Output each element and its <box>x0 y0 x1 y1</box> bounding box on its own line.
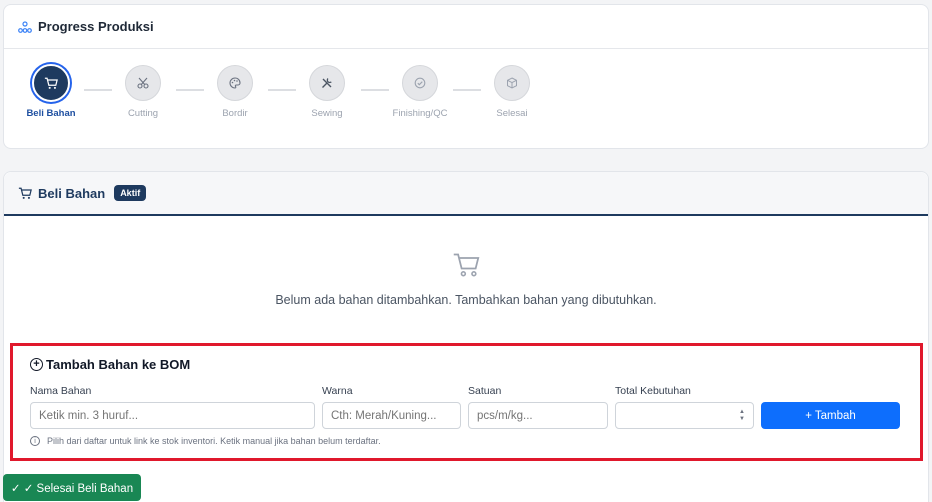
bom-hint-text: Pilih dari daftar untuk link ke stok inv… <box>47 436 381 446</box>
cart-icon <box>452 252 480 283</box>
warna-label: Warna <box>322 385 353 397</box>
selesai-beli-bahan-button[interactable]: ✓ ✓ Selesai Beli Bahan <box>3 474 141 501</box>
satuan-label: Satuan <box>468 385 502 397</box>
empty-message: Belum ada bahan ditambahkan. Tambahkan b… <box>275 293 657 307</box>
progress-card: Progress Produksi Beli Bahan Cutting Bor… <box>3 4 929 149</box>
satuan-input[interactable] <box>468 402 608 429</box>
cart-icon <box>17 185 33 201</box>
step-bordir[interactable]: Bordir <box>195 65 275 119</box>
step-label: Cutting <box>127 108 159 119</box>
cart-icon <box>32 64 70 102</box>
warna-input[interactable] <box>322 402 461 429</box>
bom-form: + Tambah Bahan ke BOM Nama Bahan Warna S… <box>10 343 923 461</box>
bom-title-text: Tambah Bahan ke BOM <box>46 357 191 372</box>
palette-icon <box>217 65 253 101</box>
diagram-icon <box>17 19 33 35</box>
info-icon: i <box>30 436 40 446</box>
total-kebutuhan-input[interactable]: ▲ ▼ <box>615 402 754 429</box>
nama-bahan-label: Nama Bahan <box>30 385 92 397</box>
progress-header: Progress Produksi <box>4 5 928 49</box>
step-label: Selesai <box>496 108 528 119</box>
spinner-icon[interactable]: ▲ ▼ <box>737 408 747 424</box>
scissors-icon <box>125 65 161 101</box>
nama-bahan-input[interactable] <box>30 402 315 429</box>
step-label: Finishing/QC <box>392 108 448 119</box>
step-sewing[interactable]: Sewing <box>287 65 367 119</box>
progress-title: Progress Produksi <box>38 19 154 34</box>
status-badge: Aktif <box>114 185 147 201</box>
beli-bahan-header: Beli Bahan Aktif <box>4 172 928 216</box>
box-icon <box>494 65 530 101</box>
plus-circle-icon: + <box>30 358 43 371</box>
step-finishing-qc[interactable]: Finishing/QC <box>380 65 460 119</box>
step-beli-bahan[interactable]: Beli Bahan <box>11 64 91 119</box>
step-label: Bordir <box>222 108 248 119</box>
tools-icon <box>309 65 345 101</box>
check-circle-icon <box>402 65 438 101</box>
step-selesai[interactable]: Selesai <box>472 65 552 119</box>
total-kebutuhan-label: Total Kebutuhan <box>615 385 691 397</box>
bom-title: + Tambah Bahan ke BOM <box>30 357 190 372</box>
step-label: Sewing <box>311 108 343 119</box>
tambah-button[interactable]: + Tambah <box>761 402 900 429</box>
beli-bahan-title: Beli Bahan <box>38 185 106 201</box>
step-label: Beli Bahan <box>26 108 76 119</box>
bom-hint: i Pilih dari daftar untuk link ke stok i… <box>30 436 381 446</box>
step-cutting[interactable]: Cutting <box>103 65 183 119</box>
empty-state: Belum ada bahan ditambahkan. Tambahkan b… <box>4 252 928 307</box>
